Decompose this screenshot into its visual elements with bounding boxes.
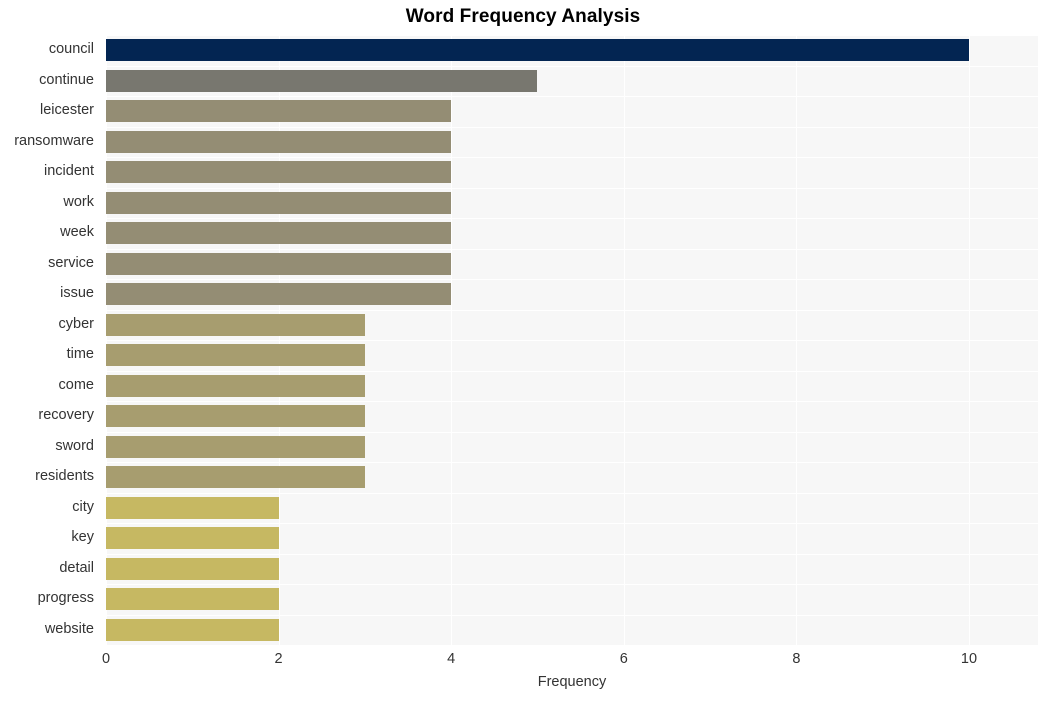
x-tick-label-10: 10: [960, 651, 978, 667]
gridline-horizontal: [106, 218, 1038, 219]
bar-time[interactable]: [106, 344, 365, 367]
bar-progress[interactable]: [106, 588, 279, 611]
y-tick-label-detail: detail: [59, 559, 94, 576]
plot-area: [106, 35, 1038, 645]
gridline-horizontal: [106, 157, 1038, 158]
y-axis-labels: council continue leicester ransomware incide…: [0, 35, 100, 645]
y-tick-label-sword: sword: [55, 437, 94, 454]
gridline-horizontal: [106, 462, 1038, 463]
y-tick-label-week: week: [60, 224, 94, 241]
y-tick-label-key: key: [71, 529, 94, 546]
gridline-horizontal: [106, 340, 1038, 341]
bar-incident[interactable]: [106, 161, 452, 184]
x-tick-label-6: 6: [619, 651, 628, 667]
x-tick-label-0: 0: [101, 651, 111, 667]
bar-recovery[interactable]: [106, 405, 365, 428]
bar-week[interactable]: [106, 222, 452, 245]
y-tick-label-recovery: recovery: [38, 407, 94, 424]
bar-come[interactable]: [106, 374, 365, 397]
y-tick-label-time: time: [66, 346, 94, 363]
y-tick-label-work: work: [63, 193, 94, 210]
y-tick-label-council: council: [48, 41, 94, 58]
y-tick-label-city: city: [72, 498, 94, 515]
gridline-horizontal: [106, 523, 1038, 524]
gridline-horizontal: [106, 492, 1038, 494]
bar-service[interactable]: [106, 252, 452, 275]
gridline-horizontal: [106, 584, 1038, 585]
gridline-horizontal: [106, 248, 1038, 250]
y-tick-label-cyber: cyber: [58, 315, 94, 332]
y-tick-label-continue: continue: [39, 71, 94, 88]
gridline-horizontal: [106, 126, 1038, 128]
y-tick-label-residents: residents: [35, 468, 94, 485]
bar-detail[interactable]: [106, 557, 279, 580]
bar-issue[interactable]: [106, 283, 452, 306]
gridline-horizontal: [106, 370, 1038, 372]
word-frequency-bar-chart: Word Frequency Analysis council continue l…: [0, 0, 1046, 701]
gridline-horizontal: [106, 431, 1038, 433]
bar-ransomware[interactable]: [106, 130, 452, 153]
bar-key[interactable]: [106, 527, 279, 550]
gridline-horizontal: [106, 35, 1038, 36]
bar-website[interactable]: [106, 618, 279, 641]
gridline-horizontal: [106, 401, 1038, 402]
y-tick-label-website: website: [44, 620, 94, 637]
bar-sword[interactable]: [106, 435, 365, 458]
y-tick-label-come: come: [58, 376, 94, 393]
bar-council[interactable]: [106, 39, 969, 62]
gridline-horizontal: [106, 187, 1038, 189]
bar-cyber[interactable]: [106, 313, 365, 336]
x-tick-label-4: 4: [447, 651, 456, 667]
gridline-horizontal: [106, 279, 1038, 280]
x-axis-title: Frequency: [537, 674, 607, 690]
gridline-horizontal: [106, 553, 1038, 555]
gridline-horizontal: [106, 309, 1038, 311]
bar-city[interactable]: [106, 496, 279, 519]
x-tick-label-2: 2: [274, 651, 283, 667]
x-axis-ticks: 0 2 4 6 8 10: [102, 645, 1038, 675]
y-tick-label-ransomware: ransomware: [14, 132, 94, 149]
bar-continue[interactable]: [106, 69, 538, 92]
y-tick-label-incident: incident: [44, 163, 94, 180]
y-tick-label-progress: progress: [37, 590, 94, 607]
y-tick-label-service: service: [48, 254, 94, 271]
y-tick-label-leicester: leicester: [40, 102, 94, 119]
y-tick-label-issue: issue: [60, 285, 94, 302]
chart-title: Word Frequency Analysis: [405, 6, 641, 27]
bar-leicester[interactable]: [106, 100, 452, 123]
bar-residents[interactable]: [106, 466, 365, 489]
bar-work[interactable]: [106, 191, 452, 214]
x-tick-label-8: 8: [792, 651, 801, 667]
gridline-horizontal: [106, 614, 1038, 616]
gridline-horizontal: [106, 65, 1038, 67]
gridline-horizontal: [106, 96, 1038, 97]
